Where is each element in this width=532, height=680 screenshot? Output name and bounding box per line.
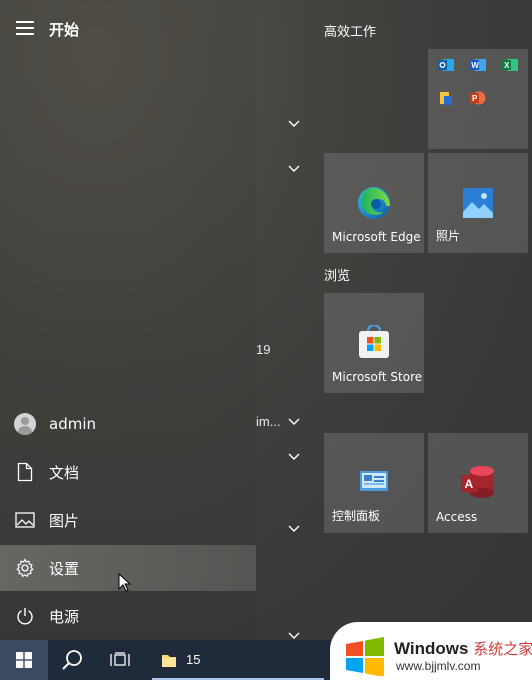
excel-icon: X [502,59,518,71]
windows-start-button[interactable] [0,640,48,680]
edge-icon [358,187,390,219]
user-avatar-icon [14,413,36,435]
watermark-url: www.bjjmlv.com [396,659,481,673]
svg-text:W: W [471,61,479,70]
start-title: 开始 [49,21,80,39]
rail-item-pictures[interactable]: 图片 [0,497,256,543]
gear-icon [14,557,36,579]
watermark-title: Windows 系统之家 [394,638,532,659]
control-panel-tile[interactable]: 控制面板 [324,433,424,533]
chevron-down-icon[interactable] [288,418,300,426]
chevron-down-icon[interactable] [288,453,300,461]
chevron-down-icon[interactable] [288,525,300,533]
explorer-window-count: 15 [186,652,201,667]
rail-item-user[interactable]: admin [0,401,256,447]
tile-group-title[interactable]: 浏览 [324,265,350,284]
app-list-fragment: im... [256,414,281,429]
store-tile[interactable]: Microsoft Store [324,293,424,393]
picture-icon [14,509,36,531]
windows-logo-icon [346,637,384,676]
svg-text:A: A [465,477,474,491]
watermark-title-en: Windows [394,639,469,658]
svg-text:X: X [504,61,510,70]
chevron-down-icon[interactable] [288,632,300,640]
search-button[interactable] [48,640,96,680]
access-tile[interactable]: A Access [428,433,528,533]
store-icon [359,325,389,358]
powerpoint-icon: P [470,91,486,105]
power-icon [14,605,36,627]
chevron-down-icon[interactable] [288,120,300,128]
access-icon: A [461,466,494,498]
rail-item-label: 设置 [49,559,80,578]
outlook-icon [438,59,454,71]
chevron-down-icon[interactable] [288,165,300,173]
rail-item-label: 图片 [49,511,80,530]
tile-label: Microsoft Store [332,370,423,384]
edge-tile[interactable]: Microsoft Edge [324,153,424,253]
word-icon: W [470,59,486,71]
photos-icon [463,188,493,218]
office-folder-tile[interactable]: W X P [428,49,528,149]
control-panel-icon [360,471,388,491]
rail-item-label: 电源 [49,607,80,626]
document-icon [14,461,36,483]
rail-item-power[interactable]: 电源 [0,593,256,639]
tile-label: Microsoft Edge [332,230,421,244]
tile-label: Access [436,510,478,524]
tile-label: 控制面板 [332,509,381,523]
rail-item-label: admin [49,415,96,433]
mouse-cursor-icon [118,573,132,592]
search-icon [62,650,82,670]
tile-label: 照片 [436,229,461,243]
task-view-icon [110,652,130,666]
svg-text:P: P [472,94,478,103]
rail-item-documents[interactable]: 文档 [0,449,256,495]
file-explorer-icon [162,655,176,667]
hamburger-menu-icon[interactable] [16,21,34,35]
onenote-files-icon [440,92,452,105]
task-view-button[interactable] [96,640,144,680]
watermark-title-cn: 系统之家 [473,640,532,658]
rail-item-label: 文档 [49,463,80,482]
windows-start-icon [16,652,32,668]
app-list-fragment: 19 [256,342,271,357]
tile-group-title[interactable]: 高效工作 [324,21,376,40]
photos-tile[interactable]: 照片 [428,153,528,253]
start-menu-rail: 开始 admin 文档 图片 设置 电源 [0,0,256,640]
file-explorer-taskbar-button[interactable]: 15 [152,640,324,680]
watermark-badge: Windows 系统之家 www.bjjmlv.com [330,622,532,680]
app-list-column [256,0,316,640]
